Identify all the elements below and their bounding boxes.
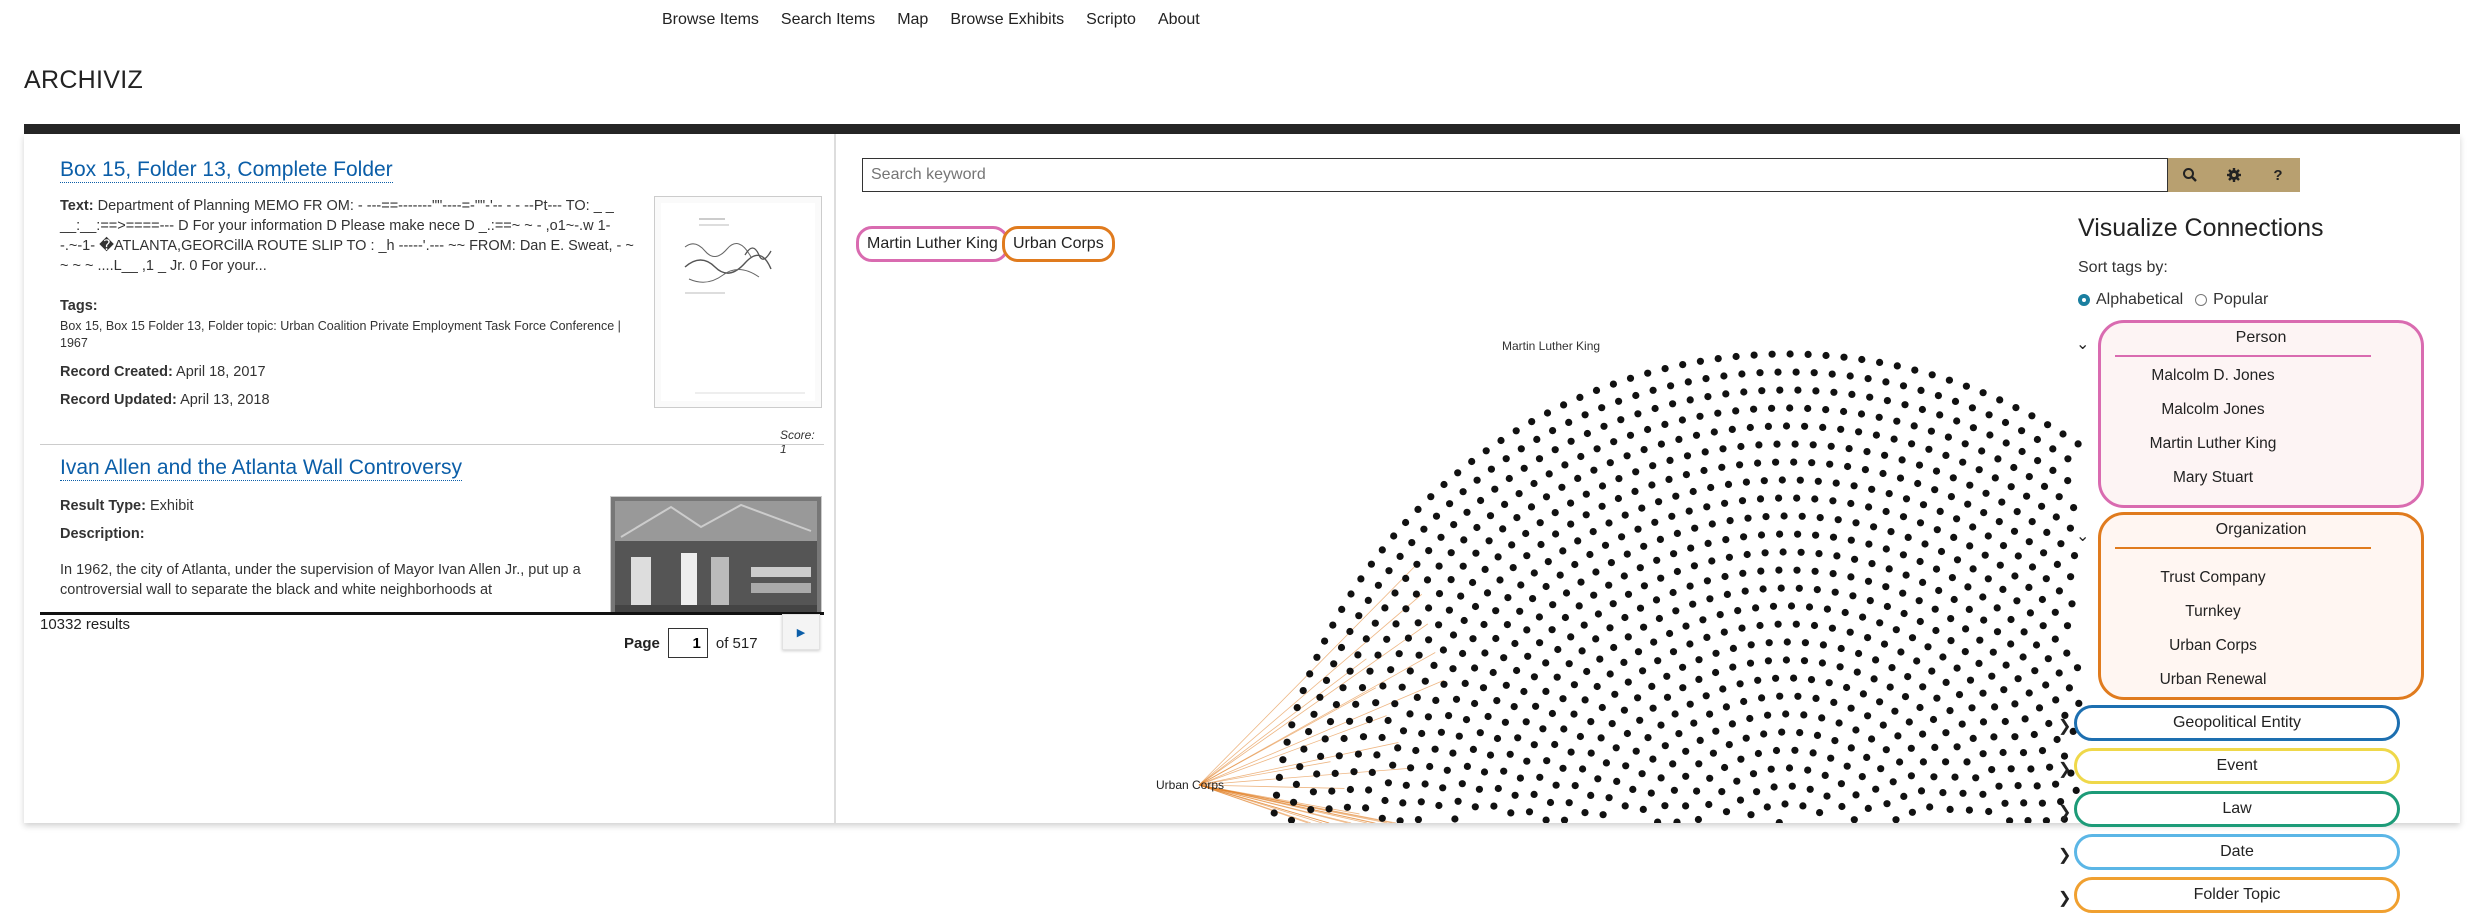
tags-value[interactable]: Box 15, Box 15 Folder 13, Folder topic: … bbox=[60, 318, 635, 352]
updated-value: April 13, 2018 bbox=[180, 392, 270, 408]
organization-tag-list[interactable]: Trust Company Turnkey Urban Corps Urban … bbox=[2101, 569, 2421, 695]
result-type: Result Type: Exhibit bbox=[60, 496, 194, 516]
sort-options: Alphabetical Popular bbox=[2078, 291, 2448, 309]
sort-popular[interactable]: Popular bbox=[2195, 291, 2268, 309]
question-icon: ? bbox=[2273, 166, 2283, 184]
nav-scripto[interactable]: Scripto bbox=[1086, 11, 1136, 29]
tag-malcolm-d-jones[interactable]: Malcolm D. Jones bbox=[2133, 367, 2293, 385]
node-label-person: Martin Luther King bbox=[1502, 339, 1600, 353]
photo-image bbox=[615, 501, 817, 612]
top-nav: Browse Items Search Items Map Browse Exh… bbox=[662, 0, 1200, 40]
created-value: April 18, 2017 bbox=[176, 364, 266, 380]
type-label: Result Type: bbox=[60, 498, 146, 514]
nav-browse-exhibits[interactable]: Browse Exhibits bbox=[950, 11, 1064, 29]
visualize-sidebar: Visualize Connections Sort tags by: Alph… bbox=[2078, 214, 2448, 309]
person-tag-list[interactable]: Malcolm D. Jones Malcolm Jones Martin Lu… bbox=[2101, 367, 2421, 503]
chevron-down-icon[interactable]: ⌄ bbox=[2076, 334, 2089, 354]
node-label-organization: Urban Corps bbox=[1156, 778, 1224, 792]
result-thumbnail[interactable] bbox=[654, 196, 822, 408]
pagination: Page of 517 bbox=[624, 628, 758, 658]
chevron-right-icon[interactable]: ❯ bbox=[2058, 716, 2071, 736]
text-value: Department of Planning MEMO FR OM: - ---… bbox=[60, 198, 634, 274]
result-title-2[interactable]: Ivan Allen and the Atlanta Wall Controve… bbox=[60, 456, 462, 481]
group-person: Person Malcolm D. Jones Malcolm Jones Ma… bbox=[2098, 320, 2424, 508]
group-event[interactable]: Event bbox=[2074, 748, 2400, 784]
result-score: Score: 1 bbox=[780, 428, 815, 456]
result-divider bbox=[40, 444, 824, 445]
description-label: Description: bbox=[60, 526, 145, 542]
site-title[interactable]: ARCHIVIZ bbox=[24, 66, 143, 95]
page-total: of 517 bbox=[715, 634, 758, 652]
connection-visualization[interactable]: Martin Luther King Urban Corps bbox=[1039, 258, 2219, 827]
chip-organization[interactable]: Urban Corps bbox=[1002, 226, 1115, 262]
chevron-down-icon[interactable]: ⌄ bbox=[2076, 526, 2089, 546]
tag-malcolm-jones[interactable]: Malcolm Jones bbox=[2133, 401, 2293, 419]
tag-martin-luther-king[interactable]: Martin Luther King bbox=[2133, 435, 2293, 453]
tag-urban-renewal[interactable]: Urban Renewal bbox=[2133, 671, 2293, 689]
group-person-header[interactable]: Person bbox=[2101, 329, 2421, 347]
group-folder-topic[interactable]: Folder Topic bbox=[2074, 877, 2400, 913]
nav-about[interactable]: About bbox=[1158, 11, 1200, 29]
group-organization-header[interactable]: Organization bbox=[2101, 521, 2421, 539]
group-divider bbox=[2115, 547, 2371, 549]
results-count: 10332 results bbox=[40, 616, 131, 633]
created-label: Record Created: bbox=[60, 364, 173, 380]
keyword-search: ? bbox=[862, 158, 2300, 192]
group-geopolitical-entity[interactable]: Geopolitical Entity bbox=[2074, 705, 2400, 741]
sort-alphabetical[interactable]: Alphabetical bbox=[2078, 291, 2183, 309]
type-value: Exhibit bbox=[149, 498, 194, 514]
sort-popular-label: Popular bbox=[2213, 291, 2269, 308]
exhibit-thumbnail[interactable] bbox=[610, 496, 822, 612]
dot-network-graph[interactable]: Martin Luther King Urban Corps bbox=[1039, 258, 2219, 827]
header-bar bbox=[24, 124, 2460, 134]
results-list[interactable]: Box 15, Folder 13, Complete Folder Text:… bbox=[40, 134, 824, 615]
tag-dots bbox=[1270, 350, 2083, 827]
tag-trust-company[interactable]: Trust Company bbox=[2133, 569, 2293, 587]
sort-alphabetical-label: Alphabetical bbox=[2096, 291, 2184, 308]
triangle-right-icon: ▶ bbox=[796, 626, 806, 639]
chevron-right-icon[interactable]: ❯ bbox=[2058, 845, 2071, 865]
record-created: Record Created: April 18, 2017 bbox=[60, 362, 266, 382]
chevron-right-icon[interactable]: ❯ bbox=[2058, 888, 2071, 908]
search-button[interactable] bbox=[2168, 158, 2212, 192]
chevron-right-icon[interactable]: ❯ bbox=[2058, 759, 2071, 779]
page-label: Page bbox=[624, 634, 660, 652]
sort-label: Sort tags by: bbox=[2078, 259, 2168, 276]
search-icon bbox=[2183, 168, 2197, 182]
group-divider bbox=[2115, 355, 2371, 357]
settings-button[interactable] bbox=[2212, 158, 2256, 192]
search-input[interactable] bbox=[862, 158, 2168, 192]
tags-label: Tags: bbox=[60, 298, 98, 314]
text-label: Text: bbox=[60, 198, 94, 214]
tag-turnkey[interactable]: Turnkey bbox=[2133, 603, 2293, 621]
nav-browse-items[interactable]: Browse Items bbox=[662, 11, 759, 29]
sidebar-title: Visualize Connections bbox=[2078, 214, 2324, 242]
nav-search-items[interactable]: Search Items bbox=[781, 11, 875, 29]
group-organization: Organization Trust Company Turnkey Urban… bbox=[2098, 512, 2424, 700]
radio-selected-icon[interactable] bbox=[2078, 294, 2090, 306]
radio-icon[interactable] bbox=[2195, 294, 2208, 306]
nav-map[interactable]: Map bbox=[897, 11, 928, 29]
group-law[interactable]: Law bbox=[2074, 791, 2400, 827]
group-date[interactable]: Date bbox=[2074, 834, 2400, 870]
chevron-right-icon[interactable]: ❯ bbox=[2058, 802, 2071, 822]
page-input[interactable] bbox=[667, 628, 708, 658]
result-title[interactable]: Box 15, Folder 13, Complete Folder bbox=[60, 158, 393, 183]
updated-label: Record Updated: bbox=[60, 392, 177, 408]
help-button[interactable]: ? bbox=[2256, 158, 2300, 192]
record-updated: Record Updated: April 13, 2018 bbox=[60, 390, 270, 410]
results-column: Box 15, Folder 13, Complete Folder Text:… bbox=[24, 134, 836, 823]
next-page-button[interactable]: ▶ bbox=[782, 614, 820, 650]
chip-person[interactable]: Martin Luther King bbox=[856, 226, 1009, 262]
document-thumbnail-image bbox=[661, 203, 815, 401]
gear-icon bbox=[2227, 168, 2241, 182]
tag-urban-corps[interactable]: Urban Corps bbox=[2133, 637, 2293, 655]
result-text: Text: Department of Planning MEMO FR OM:… bbox=[60, 196, 635, 276]
description-value: In 1962, the city of Atlanta, under the … bbox=[60, 562, 581, 598]
tag-mary-stuart[interactable]: Mary Stuart bbox=[2133, 469, 2293, 487]
